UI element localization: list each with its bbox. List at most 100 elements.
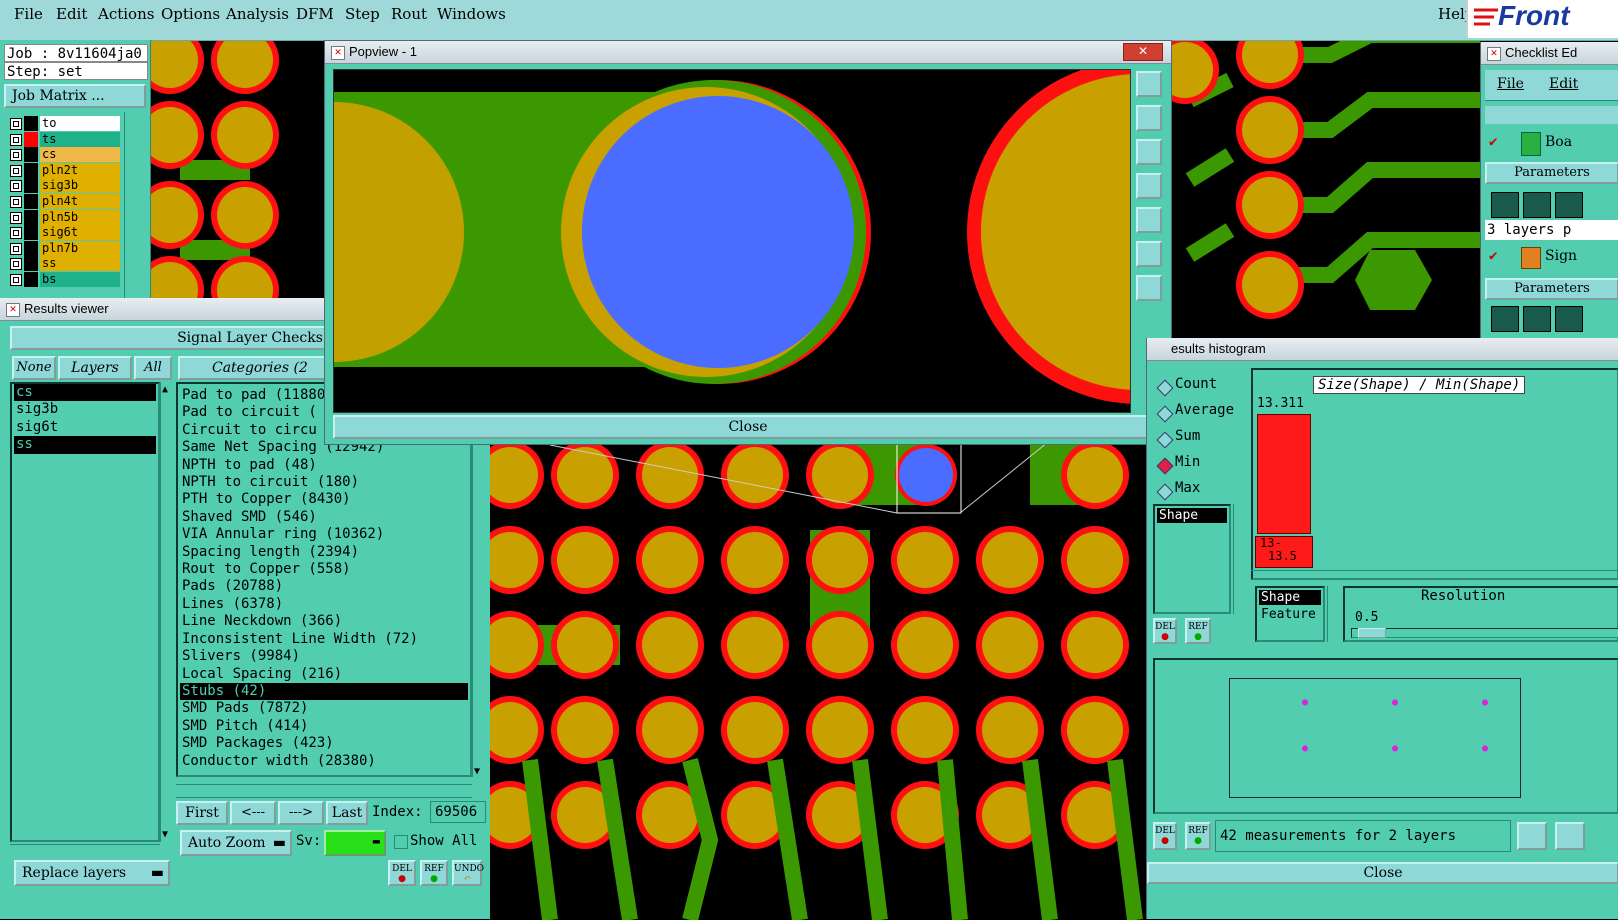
checklist-menu-file[interactable]: File — [1497, 76, 1524, 92]
list-item-shape[interactable]: Shape — [1259, 590, 1321, 605]
layer-name[interactable]: pln5b — [40, 209, 120, 225]
histogram-bar[interactable] — [1257, 414, 1311, 534]
shape-list-scroll[interactable] — [1327, 586, 1340, 642]
categories-hscroll[interactable] — [176, 784, 472, 798]
severity-dropdown[interactable]: ▬ — [324, 830, 386, 856]
popview-move-left-icon[interactable] — [1136, 173, 1162, 199]
del-button[interactable]: DEL ● — [1153, 618, 1177, 644]
shape-feature-list[interactable]: Shape Feature — [1255, 586, 1325, 642]
close-window-icon[interactable]: ✕ — [1123, 43, 1163, 61]
checklist-row-board[interactable]: Boa — [1545, 134, 1572, 150]
measurement-marker-icon[interactable]: ● — [1392, 697, 1398, 708]
popview-zoom-out-icon[interactable] — [1136, 275, 1162, 301]
layer-name[interactable]: bs — [40, 272, 120, 287]
auto-zoom-dropdown[interactable]: Auto Zoom ▬ — [180, 830, 292, 856]
window-menu-icon[interactable]: ✕ — [1487, 47, 1501, 61]
pcb-graphic-area-right[interactable] — [1170, 40, 1480, 340]
undo-button[interactable]: UNDO ↶ — [452, 860, 484, 886]
category-item[interactable]: PTH to Copper (8430) — [180, 491, 468, 508]
parameters-button[interactable]: Parameters — [1485, 162, 1618, 184]
layer-color-swatch[interactable] — [24, 256, 38, 272]
layer-row-2[interactable]: cs — [8, 147, 120, 163]
menu-rout[interactable]: Rout — [391, 5, 427, 23]
layer-color-swatch[interactable] — [24, 131, 38, 147]
layer-visibility-checkbox[interactable] — [10, 180, 22, 193]
aggregate-radio-count[interactable] — [1156, 379, 1174, 397]
layer-name[interactable]: pln7b — [40, 240, 120, 256]
popview-move-right-icon[interactable] — [1136, 207, 1162, 233]
popview-close-button[interactable]: Close — [333, 415, 1163, 439]
next-button[interactable]: ---> — [278, 801, 324, 825]
layer-visibility-checkbox[interactable] — [10, 227, 22, 240]
layer-name[interactable]: ss — [40, 256, 120, 272]
layer-row-1[interactable]: ts — [8, 131, 120, 147]
popview-titlebar[interactable]: ✕ Popview - 1 ✕ — [325, 41, 1171, 64]
layer-color-swatch[interactable] — [24, 116, 38, 131]
popview-move-up-icon[interactable] — [1136, 105, 1162, 131]
category-item[interactable]: Pads (20788) — [180, 578, 468, 595]
ref-button[interactable]: REF ● — [1185, 618, 1211, 644]
category-item[interactable]: Line Neckdown (366) — [180, 613, 468, 630]
check-mark-icon[interactable]: ✔ — [1489, 248, 1497, 264]
layer-visibility-checkbox[interactable] — [10, 133, 22, 146]
popview-move-down-icon[interactable] — [1136, 139, 1162, 165]
category-item[interactable]: Local Spacing (216) — [180, 666, 468, 683]
action-run-icon[interactable] — [1491, 192, 1519, 218]
window-menu-icon[interactable]: ✕ — [6, 303, 20, 317]
result-layer-item[interactable]: cs — [14, 384, 156, 402]
category-item[interactable]: Inconsistent Line Width (72) — [180, 631, 468, 648]
action-run-icon[interactable] — [1523, 192, 1551, 218]
layer-row-4[interactable]: sig3b — [8, 178, 120, 194]
layer-name[interactable]: sig6t — [40, 225, 120, 241]
del-button[interactable]: DEL ● — [388, 860, 416, 886]
aggregate-radio-average[interactable] — [1156, 405, 1174, 423]
del-button[interactable]: DEL ● — [1153, 822, 1177, 850]
replace-layers-dropdown[interactable]: Replace layers ▬ — [14, 860, 170, 886]
histogram-attribute-list[interactable]: Shape — [1153, 504, 1231, 614]
show-all-checkbox[interactable] — [394, 835, 408, 849]
layer-color-swatch[interactable] — [24, 240, 38, 256]
aggregate-radio-sum[interactable] — [1156, 431, 1174, 449]
histogram-export-icon[interactable] — [1517, 822, 1547, 850]
action-run-icon[interactable] — [1491, 306, 1519, 332]
layer-visibility-checkbox[interactable] — [10, 211, 22, 224]
layer-name[interactable]: pln2t — [40, 162, 120, 178]
layer-name[interactable]: cs — [40, 147, 120, 163]
job-matrix-button[interactable]: Job Matrix ... — [4, 84, 146, 108]
result-layer-item[interactable]: ss — [14, 436, 156, 454]
histogram-titlebar[interactable]: esults histogram — [1147, 338, 1618, 361]
layer-row-6[interactable]: pln5b — [8, 209, 120, 225]
layer-row-5[interactable]: pln4t — [8, 194, 120, 209]
layer-visibility-checkbox[interactable] — [10, 258, 22, 271]
prev-button[interactable]: <--- — [230, 801, 276, 825]
category-item[interactable]: Slivers (9984) — [180, 648, 468, 665]
popview-zoom-home-icon[interactable] — [1136, 71, 1162, 97]
aggregate-radio-min[interactable] — [1156, 457, 1174, 475]
layer-row-0[interactable]: to — [8, 116, 120, 131]
category-item[interactable]: NPTH to pad (48) — [180, 457, 468, 474]
last-button[interactable]: Last — [326, 801, 368, 825]
histogram-settings-icon[interactable] — [1555, 822, 1585, 850]
attribute-list-scroll[interactable] — [1233, 504, 1248, 614]
layers-button[interactable]: Layers — [58, 356, 132, 380]
measurement-marker-icon[interactable]: ● — [1482, 697, 1488, 708]
aggregate-radio-max[interactable] — [1156, 483, 1174, 501]
category-item[interactable]: Shaved SMD (546) — [180, 509, 468, 526]
histogram-close-button[interactable]: Close — [1147, 862, 1618, 884]
histogram-hscroll[interactable] — [1251, 570, 1618, 581]
layer-list-vscroll[interactable]: ▲ ▼ — [160, 382, 175, 842]
layer-name[interactable]: to — [40, 116, 120, 131]
category-item[interactable]: Conductor width (28380) — [180, 753, 468, 770]
checklist-menu-edit[interactable]: Edit — [1549, 76, 1578, 92]
layer-visibility-checkbox[interactable] — [10, 118, 22, 130]
layer-name[interactable]: pln4t — [40, 194, 120, 209]
index-input[interactable]: 69506 — [430, 801, 486, 823]
result-layer-list[interactable]: cs sig3b sig6t ss — [10, 382, 160, 842]
layer-color-swatch[interactable] — [24, 272, 38, 287]
menu-file[interactable]: File — [14, 5, 43, 23]
checklist-row-signal[interactable]: Sign — [1545, 248, 1577, 264]
category-item[interactable]: SMD Pads (7872) — [180, 700, 468, 717]
layer-visibility-checkbox[interactable] — [10, 242, 22, 255]
menu-windows[interactable]: Windows — [437, 5, 506, 23]
histogram-preview[interactable]: ● ● ● ● ● ● — [1153, 658, 1618, 814]
